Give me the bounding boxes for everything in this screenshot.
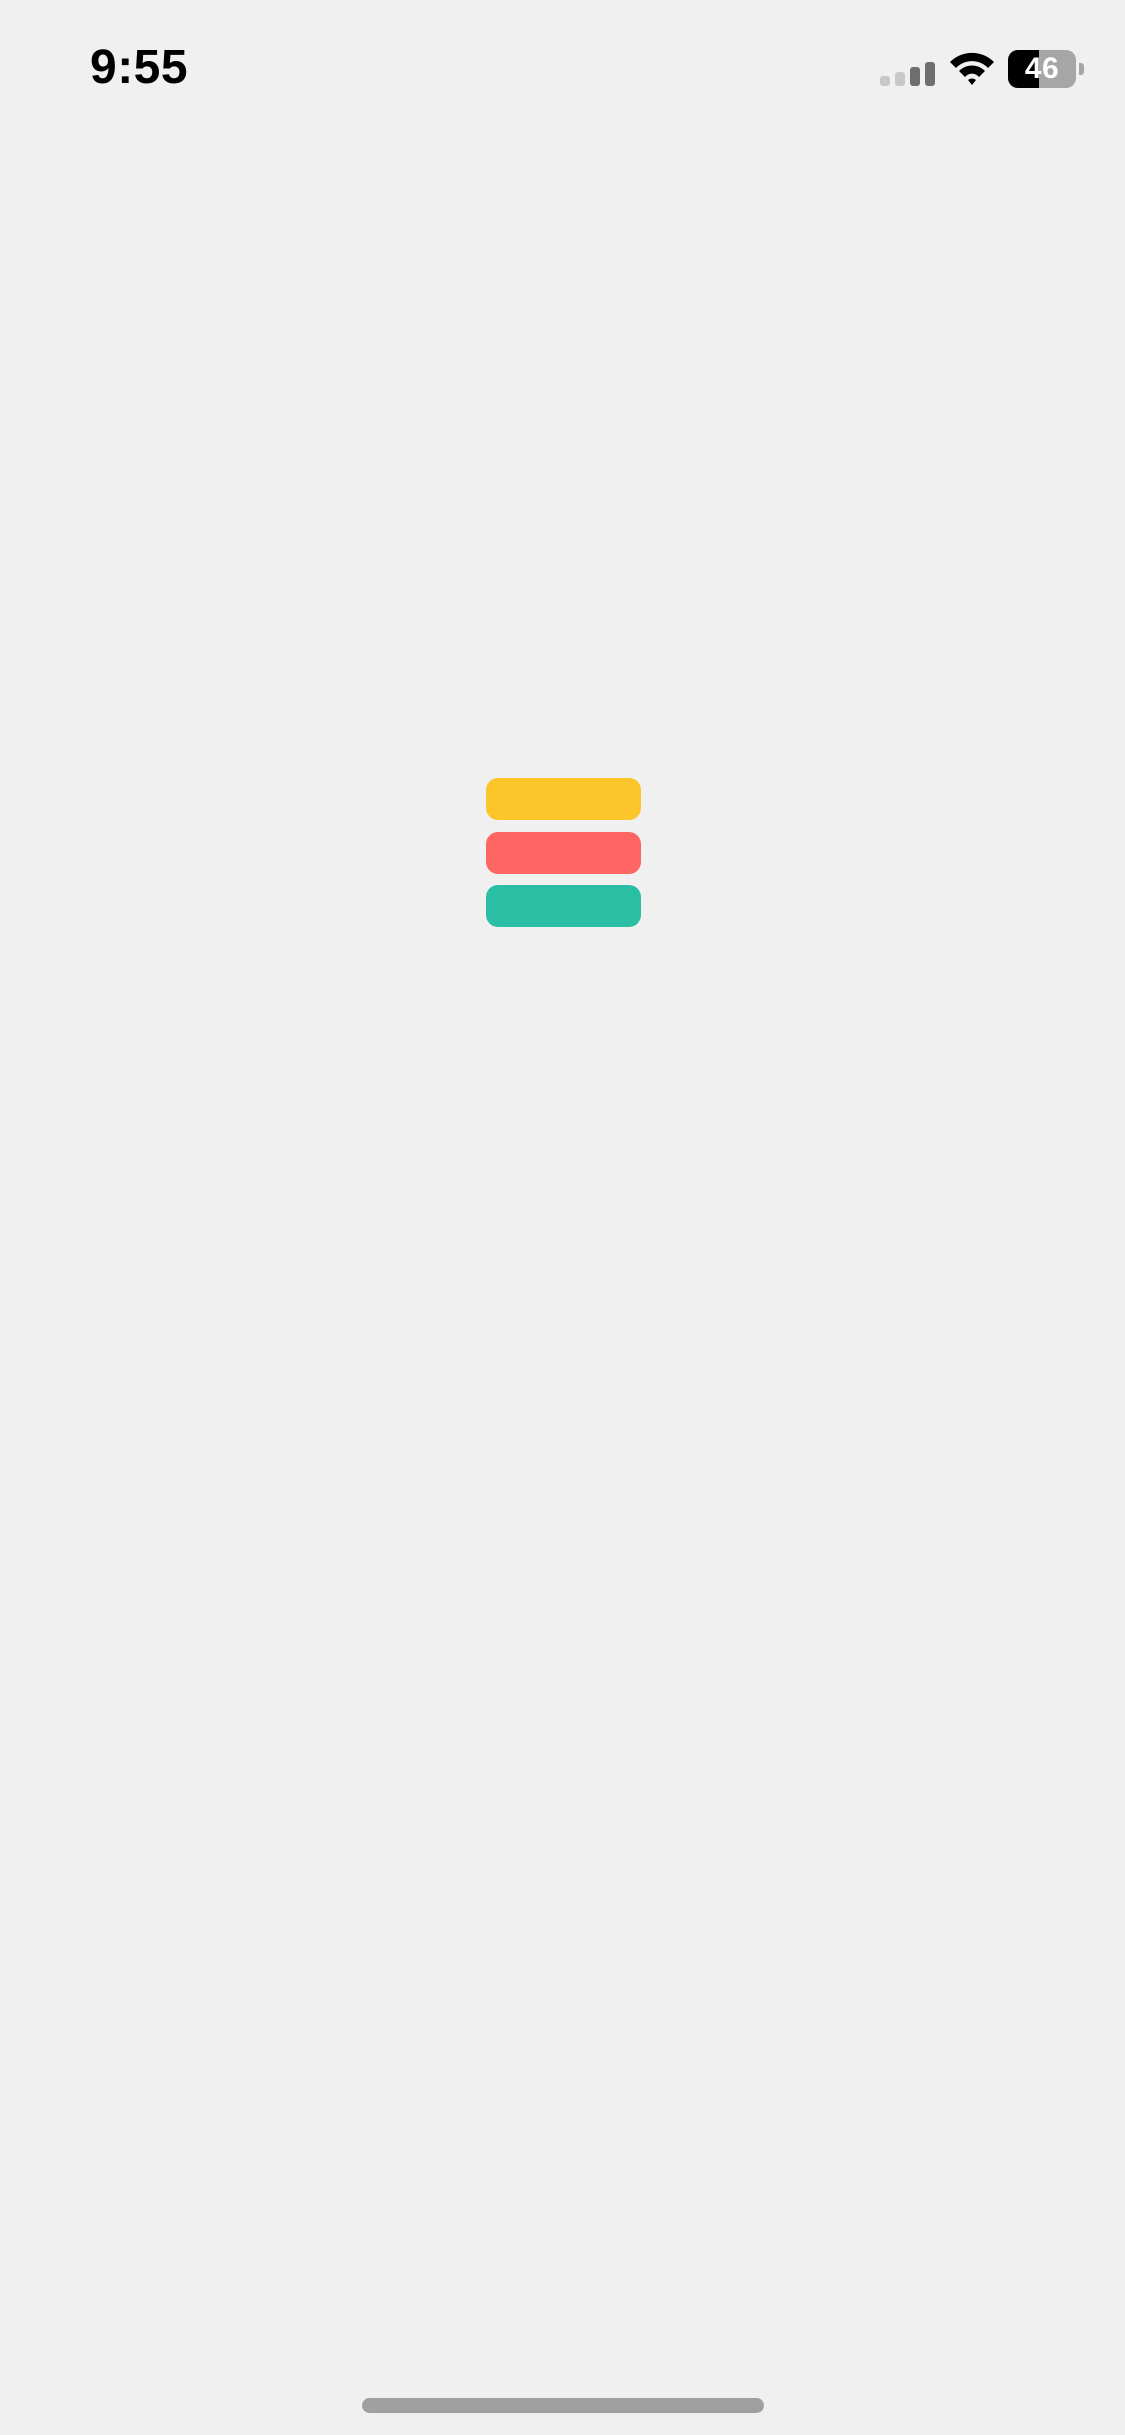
logo-bar-green	[486, 885, 641, 927]
battery-body: 46	[1008, 50, 1076, 88]
status-bar: 9:55 46	[0, 0, 1125, 140]
wifi-icon	[950, 52, 994, 85]
logo-bar-yellow	[486, 778, 641, 820]
status-time: 9:55	[90, 41, 189, 94]
battery-indicator: 46	[1008, 50, 1084, 88]
cellular-signal-icon	[880, 62, 935, 86]
home-indicator[interactable]	[362, 2398, 764, 2413]
logo-bar-red	[486, 832, 641, 874]
app-logo-icon	[486, 778, 641, 928]
battery-percentage: 46	[1024, 52, 1060, 85]
battery-cap	[1079, 63, 1084, 75]
